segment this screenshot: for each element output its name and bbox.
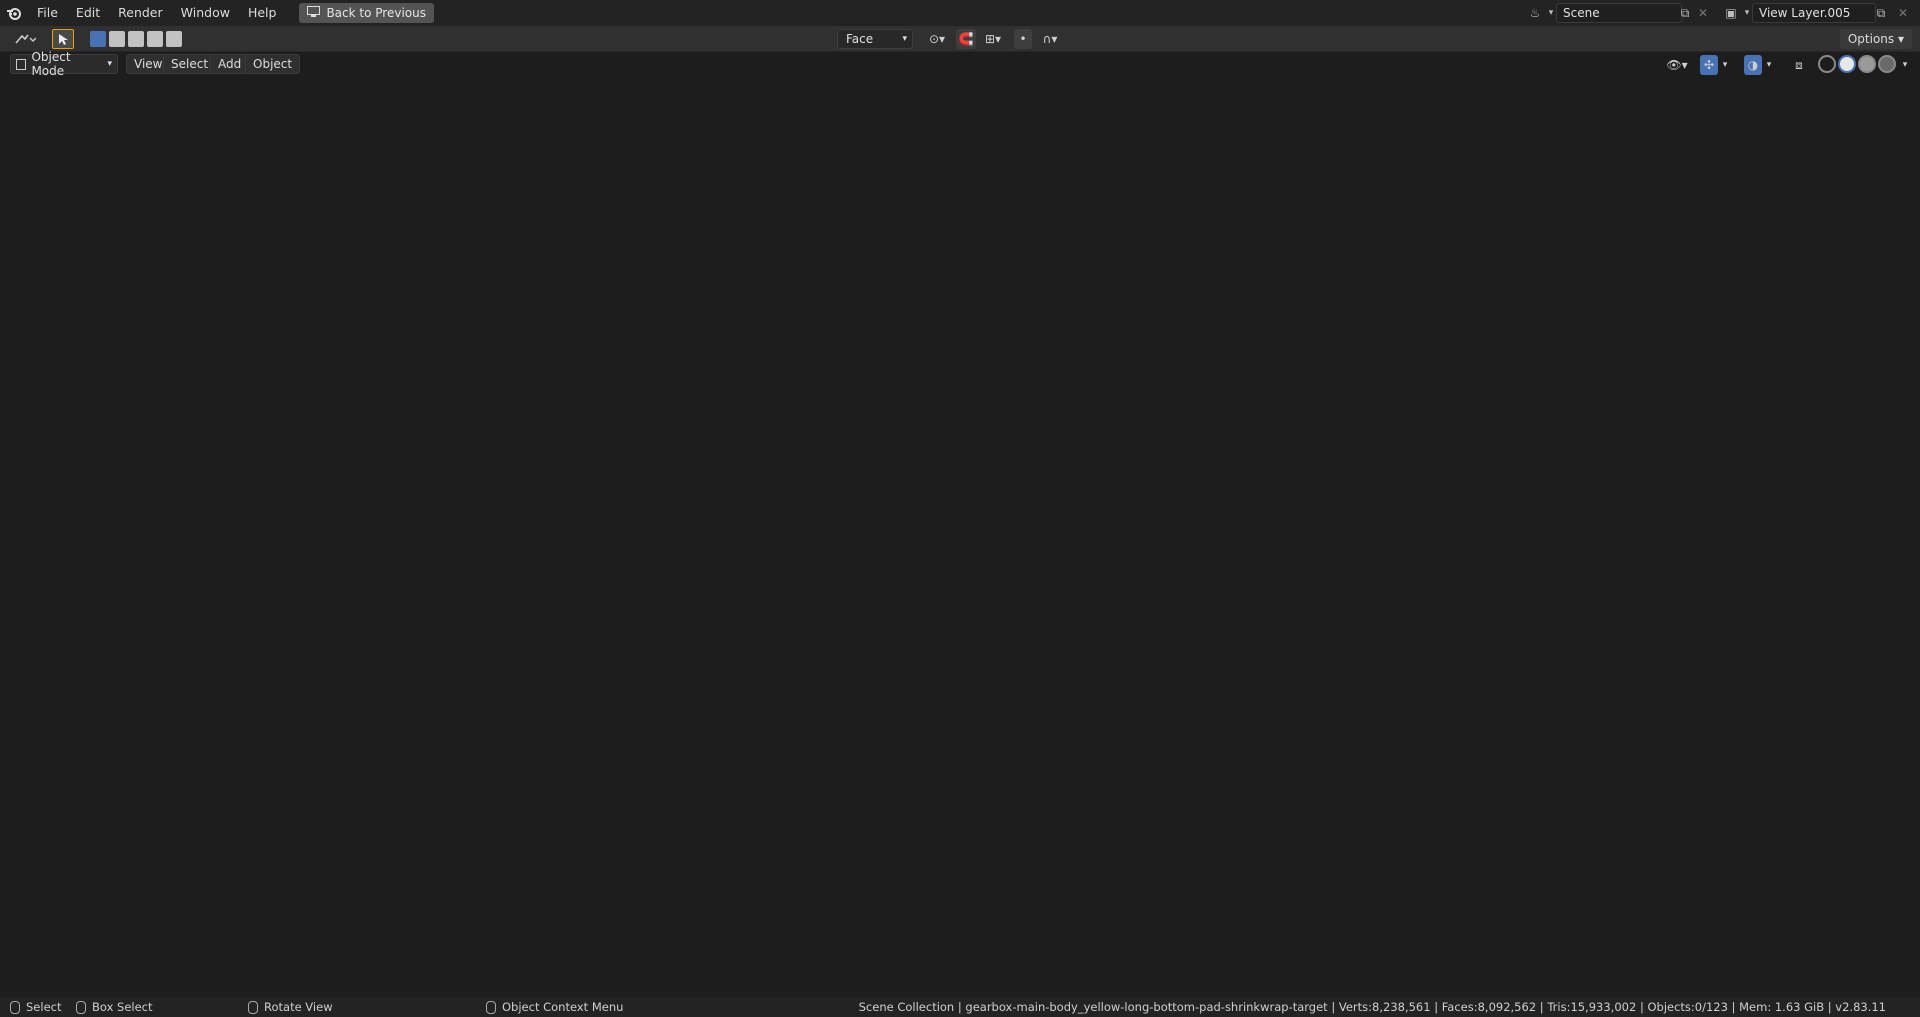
- chevron-down-icon: ▾: [1902, 60, 1908, 70]
- scene-name: Scene: [1563, 6, 1600, 20]
- rendered-shading-icon[interactable]: [1878, 55, 1896, 73]
- options-dropdown[interactable]: Options ▾: [1839, 29, 1912, 49]
- scene-name-field[interactable]: Scene: [1556, 3, 1682, 23]
- chevron-down-icon: ▾: [1766, 60, 1772, 70]
- status-context-menu: Object Context Menu: [486, 1000, 623, 1014]
- chevron-down-icon: ▾: [107, 59, 112, 69]
- options-label: Options: [1847, 32, 1895, 46]
- menu-select[interactable]: Select: [163, 54, 217, 74]
- back-to-previous-label: Back to Previous: [326, 6, 426, 20]
- select-new-icon[interactable]: [90, 31, 106, 47]
- top-menu-bar: File Edit Render Window Help Back to Pre…: [0, 0, 1920, 26]
- status-bar: Select Box Select Rotate View Object Con…: [0, 997, 1920, 1017]
- menu-edit[interactable]: Edit: [67, 0, 109, 26]
- mouse-middle-icon: [248, 1000, 258, 1014]
- select-subtract-icon[interactable]: [128, 31, 144, 47]
- status-select-label: Select: [26, 1000, 62, 1014]
- x-axis-handle[interactable]: [1895, 89, 1909, 103]
- menu-window[interactable]: Window: [172, 0, 239, 26]
- viewport-header: Object Mode ▾ View Select Add Object 👁▾ …: [0, 50, 1920, 78]
- select-invert-icon[interactable]: [147, 31, 163, 47]
- scene-statistics: Scene Collection | gearbox-main-body_yel…: [858, 1000, 1886, 1014]
- neg-z-axis-handle[interactable]: [1869, 108, 1879, 118]
- proportional-edit-icon[interactable]: •: [1014, 29, 1032, 49]
- status-box-select-label: Box Select: [92, 1000, 153, 1014]
- collection-info-label: (1) Scene Collection | gearbox-main-body…: [20, 108, 711, 122]
- y-axis-label: Y: [1870, 125, 1877, 135]
- object-mode-label: Object Mode: [31, 50, 71, 78]
- wireframe-shading-icon[interactable]: [1818, 55, 1836, 73]
- status-rotate-view: Rotate View: [248, 1000, 333, 1014]
- menu-render[interactable]: Render: [109, 0, 172, 26]
- y-axis-handle[interactable]: [1844, 76, 1856, 88]
- select-mode-dropdown[interactable]: Face ▾: [837, 29, 913, 49]
- editor-type-icon[interactable]: [10, 29, 40, 49]
- object-mode-icon: [16, 58, 27, 70]
- mouse-left-icon: [10, 1000, 20, 1014]
- status-select: Select: [10, 1000, 61, 1014]
- grid-icon[interactable]: ▦: [1882, 238, 1906, 262]
- delete-scene-icon[interactable]: ✕: [1694, 4, 1712, 22]
- material-shading-icon[interactable]: [1858, 55, 1876, 73]
- x-axis-label: X: [1899, 93, 1905, 103]
- chevron-down-icon: ▾: [1722, 60, 1728, 70]
- 3d-viewport[interactable]: User Perspective (1) Scene Collection | …: [0, 52, 1920, 997]
- object-mode-dropdown[interactable]: Object Mode ▾: [10, 50, 118, 78]
- zoom-icon[interactable]: ⌕: [1882, 148, 1906, 172]
- pan-hand-icon[interactable]: ✋: [1882, 178, 1906, 202]
- select-intersect-icon[interactable]: [166, 31, 182, 47]
- menu-file[interactable]: File: [28, 0, 67, 26]
- solid-shading-icon[interactable]: [1838, 55, 1856, 73]
- menu-add[interactable]: Add: [210, 54, 250, 74]
- view-perspective-label: User Perspective: [20, 92, 117, 106]
- select-extend-icon[interactable]: [109, 31, 125, 47]
- blender-logo-icon[interactable]: [0, 0, 28, 26]
- z-axis-handle[interactable]: [1848, 90, 1860, 102]
- shading-mode-group: [1818, 55, 1896, 75]
- snap-target-icon[interactable]: ⊞▾: [978, 29, 1008, 49]
- mouse-right-icon: [486, 1000, 496, 1014]
- snap-toggle-icon[interactable]: 🧲: [956, 29, 976, 49]
- overlay-toggle-icon[interactable]: ◑: [1744, 55, 1762, 75]
- status-box-select: Box Select: [76, 1000, 153, 1014]
- camera-icon[interactable]: 🎥: [1882, 208, 1906, 232]
- new-scene-icon[interactable]: ⧉: [1676, 4, 1694, 22]
- new-view-layer-icon[interactable]: ⧉: [1872, 4, 1890, 22]
- neg-y-axis-handle[interactable]: [1867, 121, 1881, 135]
- xray-toggle-icon[interactable]: ⧈: [1790, 55, 1808, 75]
- select-mode-value: Face: [846, 32, 874, 46]
- mouse-drag-icon: [76, 1000, 86, 1014]
- select-tool-icon[interactable]: [52, 29, 74, 49]
- tool-settings-header: Face ▾ ⊙▾ 🧲 ⊞▾ • ∩▾ Options ▾: [0, 26, 1920, 52]
- chevron-down-icon: ▾: [902, 34, 907, 44]
- selection-mode-group: [90, 29, 182, 49]
- delete-view-layer-icon[interactable]: ✕: [1894, 4, 1912, 22]
- gizmo-toggle-icon[interactable]: ✣: [1700, 55, 1718, 75]
- status-rotate-view-label: Rotate View: [264, 1000, 333, 1014]
- transform-pivot-icon[interactable]: ⊙▾: [922, 29, 952, 49]
- visibility-eye-icon[interactable]: 👁▾: [1662, 55, 1692, 75]
- view-layer-name-field[interactable]: View Layer.005: [1752, 3, 1876, 23]
- back-to-previous-button[interactable]: Back to Previous: [299, 3, 434, 23]
- view-layer-name: View Layer.005: [1759, 6, 1851, 20]
- falloff-curve-icon[interactable]: ∩▾: [1036, 29, 1064, 49]
- axle-model-render[interactable]: [0, 52, 1920, 997]
- status-context-menu-label: Object Context Menu: [502, 1000, 624, 1014]
- screen-icon: [307, 6, 321, 20]
- menu-object[interactable]: Object: [245, 54, 301, 74]
- navigation-gizmo[interactable]: X Y: [1830, 76, 1910, 156]
- neg-x-axis-handle[interactable]: [1830, 106, 1833, 116]
- menu-help[interactable]: Help: [239, 0, 286, 26]
